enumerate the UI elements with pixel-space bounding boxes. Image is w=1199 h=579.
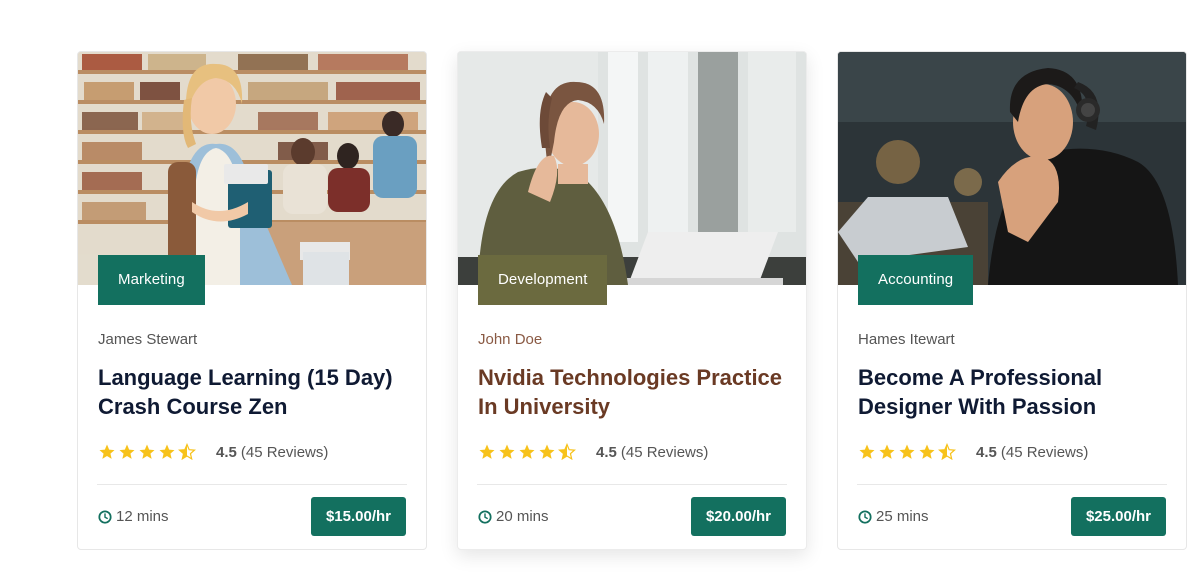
course-author[interactable]: James Stewart: [98, 331, 197, 348]
star-half-icon: [178, 443, 196, 461]
course-thumbnail[interactable]: [458, 52, 806, 285]
card-divider: [477, 484, 787, 485]
star-icon: [98, 443, 116, 461]
star-icon: [858, 443, 876, 461]
price-button[interactable]: $25.00/hr: [1070, 497, 1166, 536]
star-icon: [898, 443, 916, 461]
course-rating: 4.5 (45 Reviews): [858, 442, 1088, 462]
rating-stars: [858, 443, 956, 461]
rating-reviews: (45 Reviews): [1000, 443, 1089, 461]
category-tag[interactable]: Marketing: [98, 255, 205, 305]
star-half-icon: [558, 443, 576, 461]
course-card[interactable]: Accounting Hames Itewart Become A Profes…: [837, 51, 1187, 550]
course-card[interactable]: Development John Doe Nvidia Technologies…: [457, 51, 807, 550]
star-icon: [538, 443, 556, 461]
course-author[interactable]: John Doe: [478, 331, 542, 348]
star-icon: [498, 443, 516, 461]
clock-icon: [98, 510, 112, 524]
card-divider: [857, 484, 1167, 485]
duration-text: 25 mins: [876, 508, 929, 525]
star-half-icon: [938, 443, 956, 461]
rating-value: 4.5: [216, 443, 237, 461]
course-thumbnail[interactable]: [838, 52, 1186, 285]
course-duration: 25 mins: [858, 508, 929, 525]
course-title[interactable]: Become A Professional Designer With Pass…: [858, 363, 1173, 421]
star-icon: [478, 443, 496, 461]
price-button[interactable]: $20.00/hr: [690, 497, 786, 536]
rating-reviews: (45 Reviews): [240, 443, 329, 461]
clock-icon: [858, 510, 872, 524]
star-icon: [138, 443, 156, 461]
price-button[interactable]: $15.00/hr: [310, 497, 406, 536]
course-duration: 12 mins: [98, 508, 169, 525]
course-duration: 20 mins: [478, 508, 549, 525]
course-rating: 4.5 (45 Reviews): [478, 442, 708, 462]
course-card[interactable]: Marketing James Stewart Language Learnin…: [77, 51, 427, 550]
duration-text: 12 mins: [116, 508, 169, 525]
star-icon: [878, 443, 896, 461]
course-rating: 4.5 (45 Reviews): [98, 442, 328, 462]
course-title[interactable]: Nvidia Technologies Practice In Universi…: [478, 363, 793, 421]
course-author[interactable]: Hames Itewart: [858, 331, 955, 348]
woman-with-laptop-photo: [458, 52, 806, 285]
category-tag[interactable]: Accounting: [858, 255, 974, 305]
rating-stars: [478, 443, 576, 461]
rating-reviews: (45 Reviews): [620, 443, 709, 461]
student-in-library-photo: [78, 52, 426, 285]
category-tag[interactable]: Development: [478, 255, 608, 305]
man-with-headphones-photo: [838, 52, 1186, 285]
card-divider: [97, 484, 407, 485]
duration-text: 20 mins: [496, 508, 549, 525]
rating-value: 4.5: [976, 443, 997, 461]
course-thumbnail[interactable]: [78, 52, 426, 285]
clock-icon: [478, 510, 492, 524]
rating-value: 4.5: [596, 443, 617, 461]
rating-stars: [98, 443, 196, 461]
star-icon: [918, 443, 936, 461]
star-icon: [518, 443, 536, 461]
star-icon: [118, 443, 136, 461]
star-icon: [158, 443, 176, 461]
course-title[interactable]: Language Learning (15 Day) Crash Course …: [98, 363, 413, 421]
